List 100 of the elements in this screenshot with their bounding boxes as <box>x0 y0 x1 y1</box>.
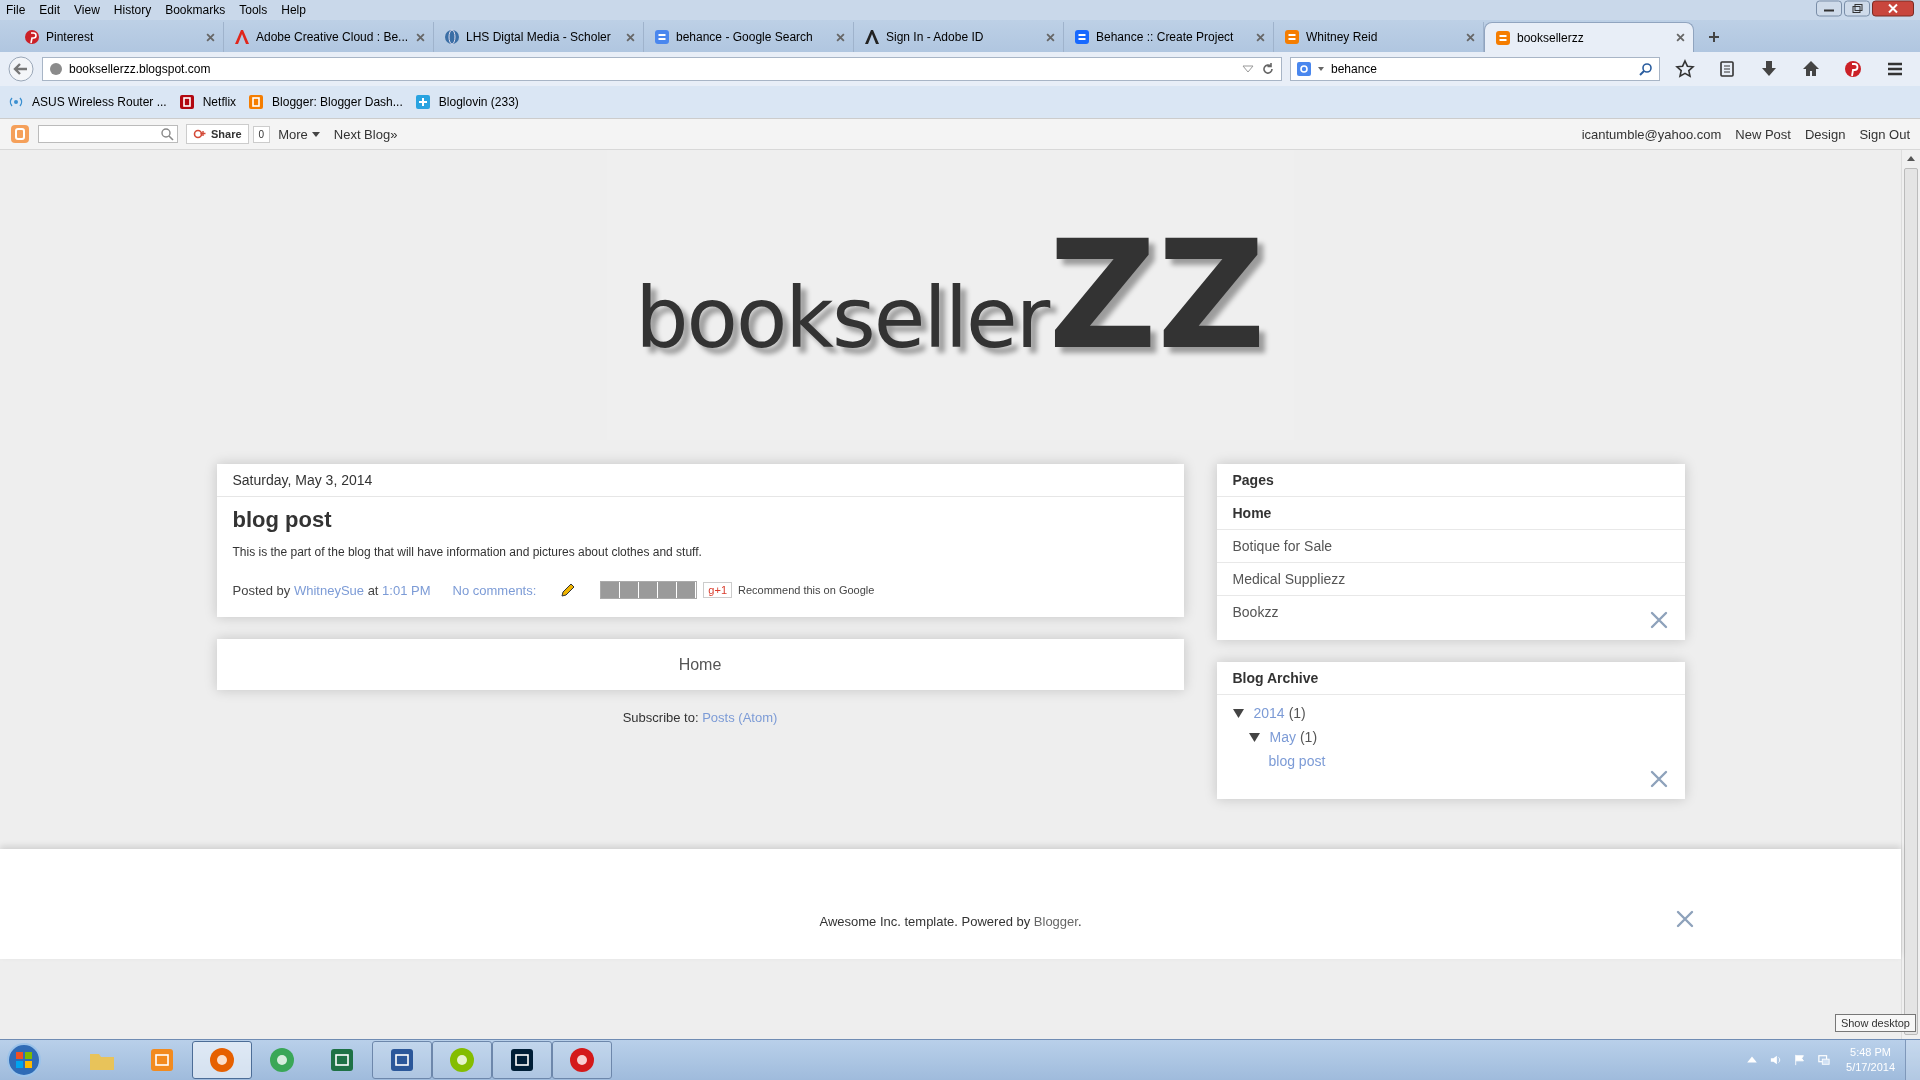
scroll-up-icon[interactable] <box>1906 154 1916 164</box>
tab-title: LHS Digtal Media - Scholer <box>466 30 612 44</box>
square-logo-icon <box>654 29 670 45</box>
bookmark-label: Blogger: Blogger Dash... <box>272 95 403 109</box>
flag-icon[interactable] <box>1794 1054 1807 1066</box>
gplus-icon <box>193 127 207 141</box>
app-icon <box>328 1046 356 1074</box>
minimize-icon[interactable] <box>1816 0 1842 17</box>
tab-title: behance - Google Search <box>676 30 814 44</box>
app-icon <box>268 1046 296 1074</box>
page-link[interactable]: Home <box>1216 497 1685 530</box>
square-logo-icon <box>1074 29 1090 45</box>
blogger-link[interactable]: New Post <box>1735 126 1791 142</box>
tab-title: Sign In - Adobe ID <box>886 30 985 44</box>
pin-logo-icon[interactable] <box>1843 59 1863 79</box>
next-blog-link[interactable]: Next Blog» <box>333 126 398 142</box>
caret-icon <box>311 130 320 138</box>
app-icon <box>568 1046 596 1074</box>
bookmark-item[interactable]: Bloglovin (233) <box>414 94 519 110</box>
footer-text: Awesome Inc. template. Powered by Blogger. <box>819 913 1082 929</box>
restore-icon[interactable] <box>1844 0 1870 17</box>
globe-icon <box>444 29 460 45</box>
share-button[interactable]: Share <box>186 124 249 144</box>
post-count: (1) <box>1299 729 1318 745</box>
menu-item[interactable]: File <box>6 3 26 17</box>
triangle-a-logo-icon <box>864 29 880 45</box>
blog-title[interactable]: booksellerZZ <box>635 220 1266 370</box>
post-title[interactable]: blog post <box>232 507 1168 533</box>
blogger-link[interactable]: Sign Out <box>1859 126 1910 142</box>
home-link[interactable]: Home <box>678 655 722 674</box>
page-link[interactable]: Botique for Sale <box>1216 530 1685 563</box>
menu-item[interactable]: View <box>74 3 100 17</box>
clock-time: 5:48 PM <box>1850 1045 1891 1060</box>
app-icon <box>448 1046 476 1074</box>
menu-item[interactable]: Edit <box>39 3 61 17</box>
subscribe-text: Subscribe to: Posts (Atom) <box>621 710 779 725</box>
post-body: This is the part of the blog that will have information and pictures about clothes and stuff. <box>232 545 703 559</box>
bookmark-label: Netflix <box>202 95 237 109</box>
app-icon <box>148 1046 176 1074</box>
search-icon[interactable] <box>160 127 174 141</box>
tab-title: booksellerzz <box>1517 30 1585 45</box>
post-byline: Posted by WhitneySue at 1:01 PM <box>232 582 431 598</box>
home-icon[interactable] <box>1801 59 1821 79</box>
post-date: Saturday, May 3, 2014 <box>216 464 1184 497</box>
reload-icon[interactable] <box>1261 62 1275 76</box>
clock-date: 5/17/2014 <box>1846 1060 1895 1075</box>
tab-title: Behance :: Create Project <box>1096 30 1235 44</box>
plus-icon[interactable] <box>1708 31 1720 43</box>
reading-list-icon[interactable] <box>1717 59 1737 79</box>
square-logo-icon <box>1284 29 1300 45</box>
back-icon[interactable] <box>8 56 34 82</box>
menu-item[interactable]: Tools <box>239 3 268 17</box>
browser-tab[interactable]: booksellerzz <box>1484 22 1694 52</box>
bookmark-item[interactable]: Netflix <box>178 94 237 110</box>
widget-title: Pages <box>1216 464 1685 497</box>
app-icon <box>388 1046 416 1074</box>
url-text: booksellerzz.blogspot.com <box>69 62 212 76</box>
disclosure-triangle-icon[interactable] <box>1248 731 1260 743</box>
search-icon[interactable] <box>1639 62 1653 76</box>
taskbar-app[interactable] <box>492 1041 552 1079</box>
page-link[interactable]: Medical Suppliezz <box>1216 563 1685 596</box>
search-field[interactable] <box>38 125 178 143</box>
menu-item[interactable]: Bookmarks <box>165 3 226 17</box>
blogger-link[interactable]: Blogger <box>1033 913 1078 929</box>
close-icon[interactable] <box>1872 0 1914 17</box>
star-icon[interactable] <box>1675 59 1695 79</box>
bookmark-item[interactable]: Blogger: Blogger Dash... <box>248 94 403 110</box>
page-link[interactable]: Bookzz <box>1216 596 1685 628</box>
menu-item[interactable]: Help <box>281 3 306 17</box>
triangle-a-logo-icon <box>234 29 250 45</box>
square-logo-icon <box>178 94 195 110</box>
share-buttons-drawing[interactable] <box>600 581 698 599</box>
more-menu[interactable]: More <box>278 126 320 142</box>
tab-title: Adobe Creative Cloud : Be... <box>256 30 410 44</box>
show-desktop-button[interactable] <box>1905 1040 1920 1080</box>
menu-item[interactable]: History <box>113 3 152 17</box>
taskbar-app[interactable] <box>372 1041 432 1079</box>
disclosure-triangle-icon[interactable] <box>1232 707 1244 719</box>
tab-title: Whitney Reid <box>1306 30 1379 44</box>
pencil-icon[interactable] <box>560 582 577 598</box>
plus-one-button[interactable]: g+1 <box>703 582 732 598</box>
search-field[interactable]: behance <box>1290 57 1660 81</box>
plus-square-icon <box>414 94 431 110</box>
start-orb-icon[interactable] <box>6 1042 42 1078</box>
app-icon <box>208 1046 236 1074</box>
bookmark-item[interactable]: ASUS Wireless Router ... <box>8 94 167 110</box>
square-logo-icon <box>1495 29 1511 46</box>
caret-icon[interactable] <box>1317 65 1325 73</box>
blogger-link[interactable]: Design <box>1804 126 1846 142</box>
close-icon[interactable] <box>1676 33 1685 42</box>
address-field[interactable]: booksellerzz.blogspot.com <box>42 57 1282 81</box>
widget-title: Blog Archive <box>1216 662 1685 695</box>
recommend-text: Recommend this on Google <box>738 584 875 596</box>
speaker-icon[interactable] <box>1770 1054 1783 1066</box>
post-count: (1) <box>1288 705 1306 721</box>
tooltip: Show desktop <box>1834 1014 1916 1032</box>
app-icon <box>508 1046 536 1074</box>
search-engine-icon[interactable] <box>1297 62 1311 76</box>
tab-title: Pinterest <box>46 30 95 44</box>
blogger-logo-icon[interactable] <box>10 124 30 144</box>
